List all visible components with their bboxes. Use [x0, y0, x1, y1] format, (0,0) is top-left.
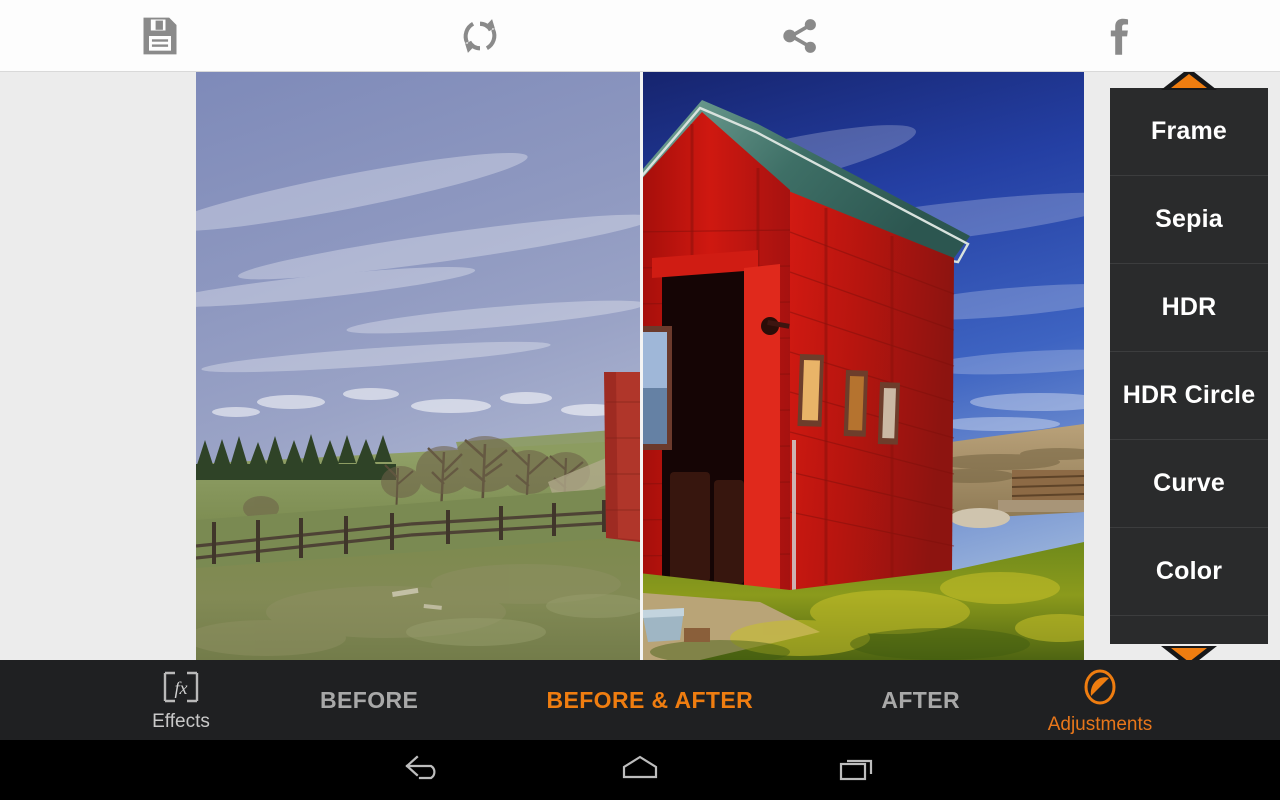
- home-icon: [616, 751, 664, 790]
- effects-list-panel[interactable]: Frame Sepia HDR HDR Circle Curve Color: [1110, 88, 1268, 644]
- effect-label: Curve: [1153, 469, 1225, 498]
- after-image: [640, 72, 1084, 660]
- contrast-circle-icon: [1080, 667, 1120, 712]
- adjustments-button[interactable]: Adjustments: [1042, 660, 1158, 740]
- effects-scroll-down-button[interactable]: [1157, 644, 1221, 660]
- effect-label: Sepia: [1155, 205, 1223, 234]
- facebook-button[interactable]: [960, 0, 1280, 72]
- photo-canvas[interactable]: Frame Sepia HDR HDR Circle Curve Color: [0, 72, 1280, 660]
- effect-item-color[interactable]: Color: [1110, 528, 1268, 616]
- facebook-icon: [1097, 13, 1143, 59]
- home-button[interactable]: [580, 740, 700, 800]
- bottom-mode-bar: fx Effects BEFORE BEFORE & AFTER AFTER A…: [0, 660, 1280, 740]
- effect-item-curve[interactable]: Curve: [1110, 440, 1268, 528]
- effect-item-sepia[interactable]: Sepia: [1110, 176, 1268, 264]
- tab-before[interactable]: BEFORE: [320, 687, 418, 714]
- svg-text:fx: fx: [175, 678, 188, 698]
- effect-item-hdr-circle[interactable]: HDR Circle: [1110, 352, 1268, 440]
- tab-after[interactable]: AFTER: [881, 687, 960, 714]
- effect-label: Color: [1156, 557, 1222, 586]
- effect-item-hdr[interactable]: HDR: [1110, 264, 1268, 352]
- effects-label: Effects: [152, 712, 210, 731]
- effects-button[interactable]: fx Effects: [126, 660, 236, 740]
- save-button[interactable]: [0, 0, 320, 72]
- reset-icon: [457, 13, 503, 59]
- effect-label: HDR Circle: [1123, 381, 1256, 410]
- before-after-divider[interactable]: [640, 72, 643, 660]
- back-arrow-icon: [401, 751, 447, 790]
- android-navigation-bar: [0, 740, 1280, 800]
- share-icon: [777, 13, 823, 59]
- effect-item-next[interactable]: [1110, 616, 1268, 644]
- effect-label: HDR: [1162, 293, 1217, 322]
- before-image: [196, 72, 640, 660]
- effects-scroll-up-button[interactable]: [1157, 72, 1221, 92]
- top-toolbar: [0, 0, 1280, 72]
- app-root: Frame Sepia HDR HDR Circle Curve Color f…: [0, 0, 1280, 800]
- tab-before-and-after[interactable]: BEFORE & AFTER: [546, 687, 753, 714]
- fx-icon: fx: [161, 670, 201, 709]
- back-button[interactable]: [364, 740, 484, 800]
- share-button[interactable]: [640, 0, 960, 72]
- effect-item-frame[interactable]: Frame: [1110, 88, 1268, 176]
- adjustments-label: Adjustments: [1048, 715, 1153, 734]
- save-icon: [138, 14, 182, 58]
- view-mode-tabs: BEFORE BEFORE & AFTER AFTER: [320, 660, 960, 740]
- effect-label: Frame: [1151, 117, 1227, 146]
- recents-button[interactable]: [797, 740, 917, 800]
- recent-apps-icon: [836, 751, 878, 790]
- reset-button[interactable]: [320, 0, 640, 72]
